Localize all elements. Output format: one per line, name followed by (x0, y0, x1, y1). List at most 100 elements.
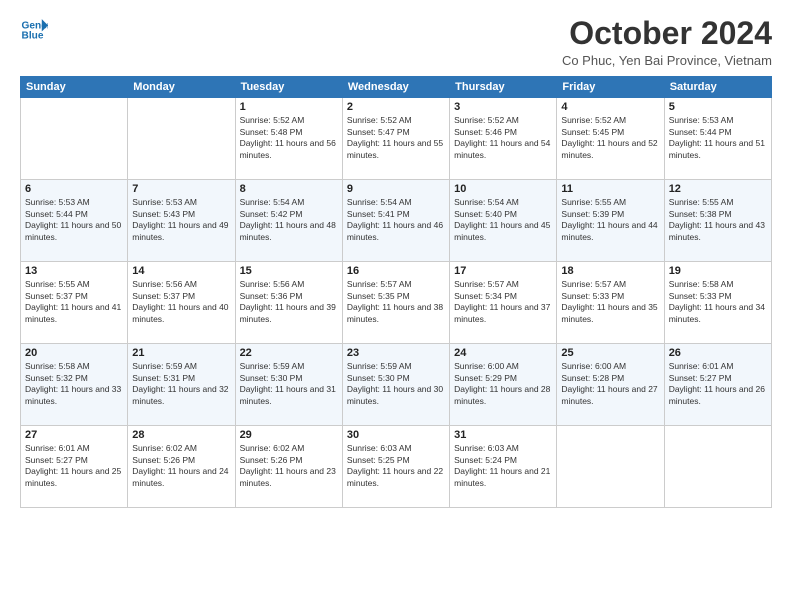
cell-sun-info: Sunrise: 6:01 AM Sunset: 5:27 PM Dayligh… (669, 361, 767, 407)
calendar-cell-w4-d1: 28 Sunrise: 6:02 AM Sunset: 5:26 PM Dayli… (128, 426, 235, 508)
cell-sun-info: Sunrise: 5:58 AM Sunset: 5:32 PM Dayligh… (25, 361, 123, 407)
cell-sun-info: Sunrise: 5:54 AM Sunset: 5:42 PM Dayligh… (240, 197, 338, 243)
cell-sun-info: Sunrise: 6:01 AM Sunset: 5:27 PM Dayligh… (25, 443, 123, 489)
cell-sun-info: Sunrise: 5:55 AM Sunset: 5:37 PM Dayligh… (25, 279, 123, 325)
cell-sun-info: Sunrise: 5:56 AM Sunset: 5:36 PM Dayligh… (240, 279, 338, 325)
cell-sun-info: Sunrise: 5:56 AM Sunset: 5:37 PM Dayligh… (132, 279, 230, 325)
cell-day-number: 13 (25, 265, 123, 277)
calendar-cell-w1-d0: 6 Sunrise: 5:53 AM Sunset: 5:44 PM Daylig… (21, 180, 128, 262)
calendar-cell-w4-d4: 31 Sunrise: 6:03 AM Sunset: 5:24 PM Dayli… (450, 426, 557, 508)
calendar-cell-w3-d0: 20 Sunrise: 5:58 AM Sunset: 5:32 PM Dayli… (21, 344, 128, 426)
cell-day-number: 3 (454, 101, 552, 113)
calendar-cell-w1-d2: 8Sunrise: 5:54 AM Sunset: 5:42 PM Daylig… (235, 180, 342, 262)
cell-day-number: 20 (25, 347, 123, 359)
svg-text:Blue: Blue (22, 31, 44, 42)
calendar-cell-w4-d2: 29Sunrise: 6:02 AM Sunset: 5:26 PM Dayli… (235, 426, 342, 508)
calendar-cell-w2-d6: 19 Sunrise: 5:58 AM Sunset: 5:33 PM Dayli… (664, 262, 771, 344)
cell-sun-info: Sunrise: 5:59 AM Sunset: 5:30 PM Dayligh… (347, 361, 445, 407)
cell-day-number: 28 (132, 429, 230, 441)
page: General Blue October 2024 Co Phuc, Yen B… (0, 0, 792, 612)
cell-sun-info: Sunrise: 5:55 AM Sunset: 5:38 PM Dayligh… (669, 197, 767, 243)
logo: General Blue (20, 16, 48, 44)
calendar-cell-w1-d1: 7Sunrise: 5:53 AM Sunset: 5:43 PM Daylig… (128, 180, 235, 262)
cell-sun-info: Sunrise: 5:53 AM Sunset: 5:44 PM Dayligh… (669, 115, 767, 161)
calendar-cell-w3-d1: 21 Sunrise: 5:59 AM Sunset: 5:31 PM Dayli… (128, 344, 235, 426)
cell-day-number: 19 (669, 265, 767, 277)
cell-sun-info: Sunrise: 6:00 AM Sunset: 5:29 PM Dayligh… (454, 361, 552, 407)
cell-sun-info: Sunrise: 5:53 AM Sunset: 5:44 PM Dayligh… (25, 197, 123, 243)
calendar-cell-w2-d4: 17 Sunrise: 5:57 AM Sunset: 5:34 PM Dayli… (450, 262, 557, 344)
cell-day-number: 5 (669, 101, 767, 113)
calendar-cell-w4-d6 (664, 426, 771, 508)
cell-sun-info: Sunrise: 5:54 AM Sunset: 5:40 PM Dayligh… (454, 197, 552, 243)
cell-sun-info: Sunrise: 5:52 AM Sunset: 5:48 PM Dayligh… (240, 115, 338, 161)
calendar-cell-w0-d2: 1 Sunrise: 5:52 AM Sunset: 5:48 PM Daylig… (235, 98, 342, 180)
calendar-cell-w1-d4: 10 Sunrise: 5:54 AM Sunset: 5:40 PM Dayli… (450, 180, 557, 262)
header-saturday: Saturday (664, 77, 771, 98)
cell-day-number: 25 (561, 347, 659, 359)
cell-sun-info: Sunrise: 5:52 AM Sunset: 5:45 PM Dayligh… (561, 115, 659, 161)
cell-day-number: 21 (132, 347, 230, 359)
month-title: October 2024 (562, 16, 772, 51)
cell-sun-info: Sunrise: 5:57 AM Sunset: 5:35 PM Dayligh… (347, 279, 445, 325)
cell-day-number: 22 (240, 347, 338, 359)
cell-sun-info: Sunrise: 5:59 AM Sunset: 5:30 PM Dayligh… (240, 361, 338, 407)
calendar-cell-w2-d0: 13 Sunrise: 5:55 AM Sunset: 5:37 PM Dayli… (21, 262, 128, 344)
cell-day-number: 24 (454, 347, 552, 359)
calendar-cell-w1-d5: 11 Sunrise: 5:55 AM Sunset: 5:39 PM Dayli… (557, 180, 664, 262)
header-row: General Blue October 2024 Co Phuc, Yen B… (20, 16, 772, 68)
calendar-cell-w4-d3: 30Sunrise: 6:03 AM Sunset: 5:25 PM Dayli… (342, 426, 449, 508)
cell-day-number: 14 (132, 265, 230, 277)
calendar-cell-w4-d5 (557, 426, 664, 508)
calendar-cell-w4-d0: 27Sunrise: 6:01 AM Sunset: 5:27 PM Dayli… (21, 426, 128, 508)
calendar-cell-w3-d5: 25Sunrise: 6:00 AM Sunset: 5:28 PM Dayli… (557, 344, 664, 426)
calendar-cell-w3-d6: 26 Sunrise: 6:01 AM Sunset: 5:27 PM Dayli… (664, 344, 771, 426)
calendar-cell-w2-d5: 18Sunrise: 5:57 AM Sunset: 5:33 PM Dayli… (557, 262, 664, 344)
week-row-2: 13 Sunrise: 5:55 AM Sunset: 5:37 PM Dayli… (21, 262, 772, 344)
calendar-header-row: Sunday Monday Tuesday Wednesday Thursday… (21, 77, 772, 98)
cell-day-number: 30 (347, 429, 445, 441)
cell-day-number: 26 (669, 347, 767, 359)
calendar-cell-w0-d3: 2 Sunrise: 5:52 AM Sunset: 5:47 PM Daylig… (342, 98, 449, 180)
cell-sun-info: Sunrise: 6:03 AM Sunset: 5:24 PM Dayligh… (454, 443, 552, 489)
cell-day-number: 16 (347, 265, 445, 277)
cell-sun-info: Sunrise: 5:54 AM Sunset: 5:41 PM Dayligh… (347, 197, 445, 243)
header-monday: Monday (128, 77, 235, 98)
header-thursday: Thursday (450, 77, 557, 98)
header-wednesday: Wednesday (342, 77, 449, 98)
cell-day-number: 10 (454, 183, 552, 195)
cell-day-number: 17 (454, 265, 552, 277)
calendar-table: Sunday Monday Tuesday Wednesday Thursday… (20, 76, 772, 508)
cell-sun-info: Sunrise: 5:57 AM Sunset: 5:34 PM Dayligh… (454, 279, 552, 325)
cell-sun-info: Sunrise: 5:59 AM Sunset: 5:31 PM Dayligh… (132, 361, 230, 407)
calendar-cell-w0-d1 (128, 98, 235, 180)
cell-sun-info: Sunrise: 5:52 AM Sunset: 5:46 PM Dayligh… (454, 115, 552, 161)
cell-day-number: 2 (347, 101, 445, 113)
week-row-0: 1 Sunrise: 5:52 AM Sunset: 5:48 PM Daylig… (21, 98, 772, 180)
cell-sun-info: Sunrise: 5:57 AM Sunset: 5:33 PM Dayligh… (561, 279, 659, 325)
calendar-cell-w1-d3: 9Sunrise: 5:54 AM Sunset: 5:41 PM Daylig… (342, 180, 449, 262)
header-tuesday: Tuesday (235, 77, 342, 98)
calendar-cell-w0-d5: 4 Sunrise: 5:52 AM Sunset: 5:45 PM Daylig… (557, 98, 664, 180)
header-sunday: Sunday (21, 77, 128, 98)
week-row-4: 27Sunrise: 6:01 AM Sunset: 5:27 PM Dayli… (21, 426, 772, 508)
cell-day-number: 7 (132, 183, 230, 195)
calendar-cell-w2-d1: 14 Sunrise: 5:56 AM Sunset: 5:37 PM Dayli… (128, 262, 235, 344)
cell-sun-info: Sunrise: 5:58 AM Sunset: 5:33 PM Dayligh… (669, 279, 767, 325)
cell-day-number: 6 (25, 183, 123, 195)
calendar-cell-w0-d4: 3 Sunrise: 5:52 AM Sunset: 5:46 PM Daylig… (450, 98, 557, 180)
cell-sun-info: Sunrise: 5:55 AM Sunset: 5:39 PM Dayligh… (561, 197, 659, 243)
cell-day-number: 31 (454, 429, 552, 441)
cell-day-number: 4 (561, 101, 659, 113)
cell-sun-info: Sunrise: 5:52 AM Sunset: 5:47 PM Dayligh… (347, 115, 445, 161)
calendar-cell-w2-d3: 16 Sunrise: 5:57 AM Sunset: 5:35 PM Dayli… (342, 262, 449, 344)
calendar-cell-w1-d6: 12 Sunrise: 5:55 AM Sunset: 5:38 PM Dayli… (664, 180, 771, 262)
cell-day-number: 29 (240, 429, 338, 441)
header-friday: Friday (557, 77, 664, 98)
cell-day-number: 1 (240, 101, 338, 113)
cell-day-number: 12 (669, 183, 767, 195)
calendar-cell-w3-d2: 22 Sunrise: 5:59 AM Sunset: 5:30 PM Dayli… (235, 344, 342, 426)
calendar-cell-w0-d0 (21, 98, 128, 180)
cell-day-number: 11 (561, 183, 659, 195)
cell-sun-info: Sunrise: 6:02 AM Sunset: 5:26 PM Dayligh… (132, 443, 230, 489)
